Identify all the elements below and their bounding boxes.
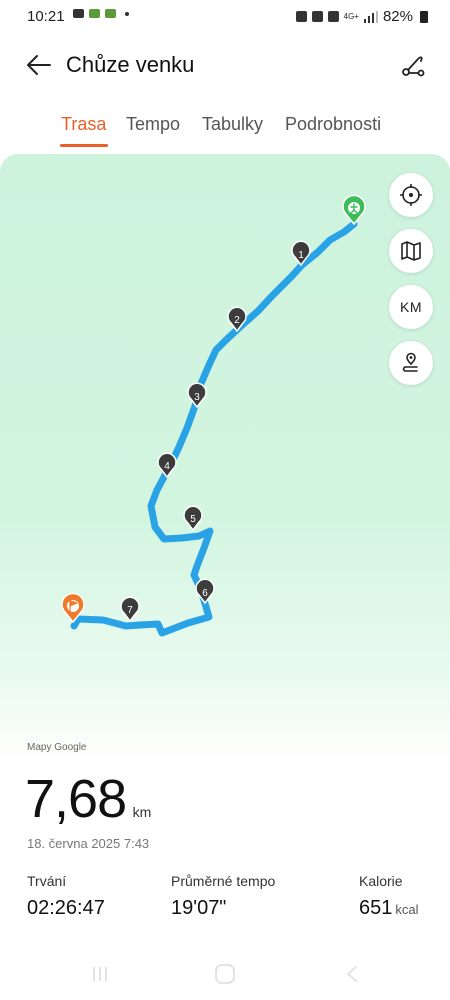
distance-unit: km [132, 804, 152, 820]
route-icon[interactable] [398, 50, 428, 80]
km-marker-label: 5 [190, 514, 196, 525]
calories-value: 651 [359, 897, 393, 919]
km-marker-label: 4 [164, 461, 170, 472]
waypoint-icon [402, 352, 418, 372]
km-marker-label: 7 [127, 605, 133, 616]
arrow-left-icon[interactable] [24, 50, 54, 80]
signal-icon [363, 10, 378, 23]
battery-percent: 82% [382, 8, 413, 25]
km-marker-label: 1 [298, 250, 304, 261]
km-marker-5[interactable]: 5 [183, 505, 203, 532]
page-title: Chůze venku [66, 52, 195, 77]
map-icon [401, 241, 421, 261]
km-toggle-label: KM [400, 299, 422, 315]
app-notification-icon [105, 9, 116, 18]
calories-stat: 651 kcal [359, 897, 419, 920]
locate-icon [400, 184, 422, 206]
tab-tempo[interactable]: Tempo [126, 114, 180, 135]
battery-icon [420, 10, 428, 23]
avg-pace-value: 19'07" [171, 897, 227, 919]
km-marker-label: 6 [202, 588, 208, 599]
more-notifications-icon [125, 11, 129, 16]
recent-apps-icon[interactable] [91, 966, 109, 982]
mail-icon [73, 9, 84, 18]
header: Chůze venku [0, 44, 450, 88]
distance-value: 7,68 [25, 769, 127, 829]
km-marker-label: 3 [194, 392, 200, 403]
system-nav-bar [0, 958, 450, 1000]
start-walk-icon[interactable] [342, 194, 366, 226]
workout-date: 18. června 2025 7:43 [27, 836, 150, 851]
duration-value: 02:26:47 [27, 897, 105, 919]
duration-label: Trvání [27, 873, 67, 889]
waypoint-button[interactable] [389, 341, 433, 385]
map-attribution: Mapy Google [27, 742, 87, 753]
map-type-button[interactable] [389, 229, 433, 273]
back-nav-icon[interactable] [344, 965, 360, 983]
status-bar: 10:21 4G+ 82% [0, 0, 450, 34]
route-map[interactable]: 1 2 3 4 5 6 7 KM [0, 154, 450, 764]
avg-pace-label: Průměrné tempo [171, 873, 276, 889]
status-right: 4G+ 82% [295, 8, 428, 25]
notification-icons [73, 9, 129, 18]
route-map-canvas: 1 2 3 4 5 6 7 [61, 194, 366, 637]
tab-trasa[interactable]: Trasa [61, 114, 106, 135]
km-marker-label: 2 [234, 315, 240, 326]
network-type: 4G+ [343, 12, 359, 21]
status-time: 10:21 [27, 8, 65, 25]
km-toggle-button[interactable]: KM [389, 285, 433, 329]
tab-podrobnosti[interactable]: Podrobnosti [285, 114, 381, 135]
km-marker-6[interactable]: 6 [195, 578, 215, 605]
km-marker-3[interactable]: 3 [187, 382, 207, 409]
calories-label: Kalorie [359, 873, 403, 889]
lock-icon [295, 11, 307, 22]
bluetooth-icon [327, 11, 339, 22]
tab-tabulky[interactable]: Tabulky [202, 114, 263, 135]
locate-button[interactable] [389, 173, 433, 217]
km-marker-4[interactable]: 4 [157, 452, 177, 479]
calories-unit: kcal [395, 902, 419, 917]
app-notification-icon [89, 9, 100, 18]
distance-summary: 7,68 km [25, 768, 151, 830]
tab-bar: Trasa Tempo Tabulky Podrobnosti [0, 114, 450, 148]
km-marker-7[interactable]: 7 [120, 596, 140, 623]
alarm-icon [311, 11, 323, 22]
route-path [70, 220, 358, 637]
active-tab-indicator [60, 144, 108, 147]
home-icon[interactable] [215, 964, 235, 984]
